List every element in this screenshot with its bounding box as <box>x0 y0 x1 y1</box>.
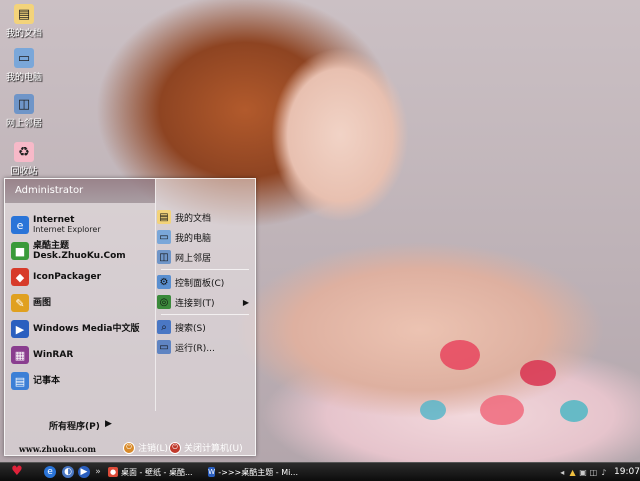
quicklaunch-overflow-icon[interactable]: » <box>92 466 104 478</box>
place-label: 运行(R)... <box>175 343 215 354</box>
place-label: 我的电脑 <box>175 233 212 244</box>
tray-network-icon[interactable]: ◫ <box>589 468 598 477</box>
media-player-icon: ▶ <box>11 320 29 338</box>
system-tray: ◂ ▲ ▣ ◫ ♪ 19:07 <box>558 463 640 481</box>
start-menu-programs-pane: Administrator e Internet Internet Explor… <box>5 179 156 411</box>
wallpaper-flower <box>480 395 524 425</box>
place-label: 我的文档 <box>175 213 212 224</box>
shutdown-label: 关闭计算机(U) <box>184 444 243 454</box>
tray-warning-icon[interactable]: ▲ <box>568 468 576 477</box>
desktop-icon-label: 网上邻居 <box>5 119 42 129</box>
chevron-right-icon: ▶ <box>242 297 249 307</box>
ie-icon: e <box>11 216 29 234</box>
logoff-button[interactable]: ⏻ 注销(L) <box>123 441 168 454</box>
program-label: Internet Internet Explorer <box>33 215 101 235</box>
logoff-label: 注销(L) <box>138 444 169 454</box>
place-search[interactable]: ⌕ 搜索(S) <box>157 317 253 337</box>
zhuoku-icon: ■ <box>11 242 29 260</box>
network-icon: ◫ <box>14 94 34 114</box>
shutdown-button[interactable]: ⏻ 关闭计算机(U) <box>169 441 243 454</box>
chevron-right-icon: ▶ <box>105 419 112 429</box>
website-label: www.zhuoku.com <box>19 444 96 454</box>
paint-icon: ✎ <box>11 294 29 312</box>
program-subtitle: Internet Explorer <box>33 225 101 234</box>
place-label: 搜索(S) <box>175 323 206 334</box>
place-connect-to[interactable]: ◎ 连接到(T) ▶ <box>157 292 253 312</box>
my-computer-icon: ▭ <box>157 230 171 244</box>
program-title: 画图 <box>33 298 52 308</box>
all-programs-button[interactable]: 所有程序(P) <box>49 419 100 432</box>
network-icon: ◫ <box>157 250 171 264</box>
program-internet-explorer[interactable]: e Internet Internet Explorer <box>11 213 151 237</box>
clock[interactable]: 19:07 <box>614 467 640 477</box>
program-title: 桌酷主题Desk.ZhuoKu.Com <box>33 241 126 261</box>
program-title: WinRAR <box>33 350 74 360</box>
task-label: ->>>桌酷主题 - Mi... <box>218 467 298 477</box>
program-iconpackager[interactable]: ◆ IconPackager <box>11 265 151 289</box>
taskbar-item-browser[interactable]: ● 桌面 - 壁纸 - 桌酷... <box>108 465 202 479</box>
quicklaunch-desktop-icon[interactable]: ◐ <box>62 466 74 478</box>
desktop-icon-label: 回收站 <box>10 167 38 177</box>
program-winrar[interactable]: ▦ WinRAR <box>11 343 151 367</box>
notepad-icon: ▤ <box>11 372 29 390</box>
start-menu: Administrator e Internet Internet Explor… <box>4 178 256 456</box>
menu-separator <box>161 269 249 270</box>
place-label: 连接到(T) <box>175 298 215 309</box>
menu-separator <box>161 314 249 315</box>
program-paint[interactable]: ✎ 画图 <box>11 291 151 315</box>
task-label: 桌面 - 壁纸 - 桌酷... <box>121 467 193 477</box>
wallpaper-flower <box>560 400 588 422</box>
chrome-icon: ● <box>108 467 118 477</box>
wallpaper-flower <box>440 340 480 370</box>
program-zhuoku-theme[interactable]: ■ 桌酷主题Desk.ZhuoKu.Com <box>11 239 151 263</box>
program-title: Internet <box>33 215 75 225</box>
recycle-bin-icon: ♻ <box>14 142 34 162</box>
program-title: 记事本 <box>33 376 61 386</box>
desktop-icon-label: 我的文档 <box>5 29 42 39</box>
connect-icon: ◎ <box>157 295 171 309</box>
quicklaunch-ie-icon[interactable]: e <box>44 466 56 478</box>
my-documents-icon: ▤ <box>157 210 171 224</box>
program-media-player[interactable]: ▶ Windows Media中文版 <box>11 317 151 341</box>
power-icon: ⏻ <box>169 441 181 454</box>
place-network[interactable]: ◫ 网上邻居 <box>157 247 253 267</box>
start-button[interactable]: ♥ <box>6 465 28 479</box>
place-control-panel[interactable]: ⚙ 控制面板(C) <box>157 272 253 292</box>
my-documents-icon: ▤ <box>14 4 34 24</box>
program-notepad[interactable]: ▤ 记事本 <box>11 369 151 393</box>
taskbar: ♥ e ◐ ▶ » ● 桌面 - 壁纸 - 桌酷... W ->>>桌酷主题 -… <box>0 462 640 481</box>
tray-volume-icon[interactable]: ♪ <box>600 468 608 477</box>
place-run[interactable]: ▭ 运行(R)... <box>157 337 253 357</box>
control-panel-icon: ⚙ <box>157 275 171 289</box>
place-label: 控制面板(C) <box>175 278 225 289</box>
taskbar-item-document[interactable]: W ->>>桌酷主题 - Mi... <box>208 465 298 479</box>
word-icon: W <box>208 467 216 477</box>
place-my-computer[interactable]: ▭ 我的电脑 <box>157 227 253 247</box>
desktop-icon-recycle-bin[interactable]: ♻ 回收站 <box>2 142 46 177</box>
tray-keyboard-icon[interactable]: ▣ <box>579 468 587 477</box>
wallpaper-flower <box>520 360 556 386</box>
place-label: 网上邻居 <box>175 253 212 264</box>
desktop-icon-my-documents[interactable]: ▤ 我的文档 <box>2 4 46 39</box>
my-computer-icon: ▭ <box>14 48 34 68</box>
logoff-icon: ⏻ <box>123 441 135 454</box>
tray-arrow-icon[interactable]: ◂ <box>558 468 566 477</box>
program-title: Windows Media中文版 <box>33 324 140 334</box>
desktop-icon-network[interactable]: ◫ 网上邻居 <box>2 94 46 129</box>
run-icon: ▭ <box>157 340 171 354</box>
start-menu-user-name: Administrator <box>5 179 155 203</box>
desktop-icon-label: 我的电脑 <box>5 73 42 83</box>
iconpackager-icon: ◆ <box>11 268 29 286</box>
search-icon: ⌕ <box>157 320 171 334</box>
desktop-icon-my-computer[interactable]: ▭ 我的电脑 <box>2 48 46 83</box>
wallpaper-flower <box>420 400 446 420</box>
program-title: IconPackager <box>33 272 102 282</box>
start-menu-places-pane: ▤ 我的文档 ▭ 我的电脑 ◫ 网上邻居 ⚙ 控制面板(C) ◎ 连接到(T) … <box>157 207 253 357</box>
winrar-icon: ▦ <box>11 346 29 364</box>
place-my-documents[interactable]: ▤ 我的文档 <box>157 207 253 227</box>
quicklaunch-media-icon[interactable]: ▶ <box>78 466 90 478</box>
